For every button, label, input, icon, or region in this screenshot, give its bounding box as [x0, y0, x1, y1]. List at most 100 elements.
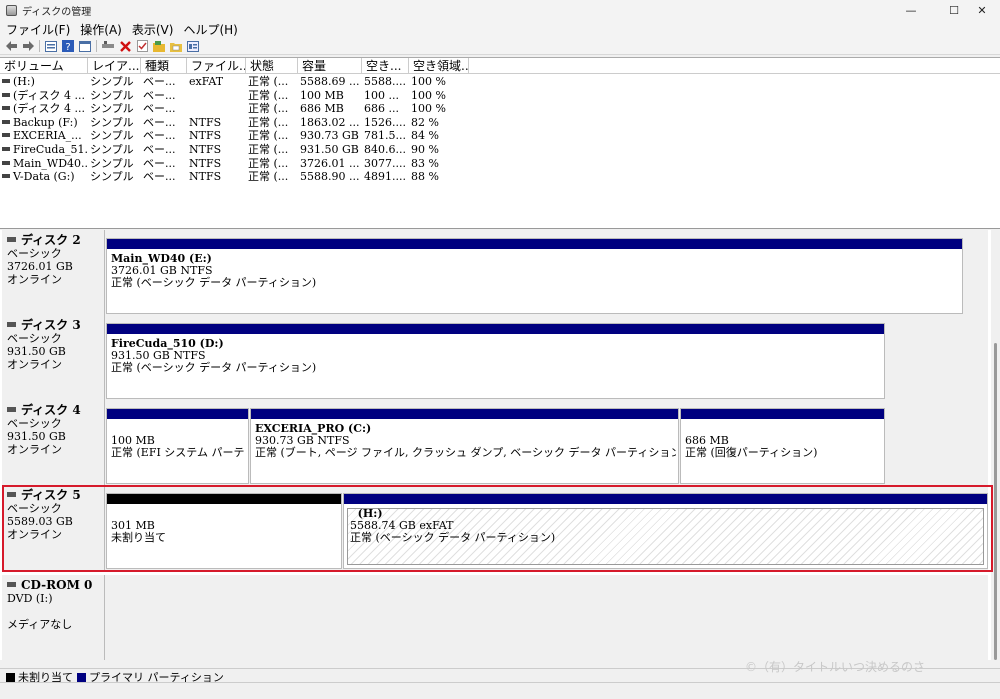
partition-block[interactable]: EXCERIA_PRO (C:) 930.73 GB NTFS 正常 (ブート,… [250, 408, 679, 484]
cell-type: ベー... [143, 75, 176, 88]
check-icon[interactable] [136, 40, 148, 52]
back-arrow-icon[interactable] [5, 40, 17, 52]
forward-arrow-icon[interactable] [22, 40, 34, 52]
primary-partition-bar [107, 324, 884, 334]
properties-icon[interactable] [45, 40, 57, 52]
cell-volume: (ディスク 4 ... [0, 89, 88, 102]
cell-capacity: 5588.90 ... [300, 170, 360, 184]
cell-free-space: 100 ... [364, 88, 399, 102]
disk-status: オンライン [7, 443, 62, 456]
column-header-filesystem[interactable]: ファイル... [187, 58, 246, 74]
disk-status: メディアなし [7, 618, 73, 631]
cell-free-percent: 100 % [411, 88, 446, 102]
menu-help[interactable]: ヘルプ(H) [183, 21, 237, 38]
disk-row[interactable]: ディスク 3 ベーシック 931.50 GB オンライン FireCuda_51… [2, 315, 988, 401]
menu-action[interactable]: 操作(A) [80, 21, 122, 38]
column-header-status[interactable]: 状態 [246, 58, 298, 74]
disk-info[interactable]: ディスク 3 ベーシック 931.50 GB オンライン [2, 315, 105, 401]
volume-icon [2, 79, 10, 83]
partition-block[interactable]: 686 MB 正常 (回復パーティション) [680, 408, 885, 484]
disk-row[interactable]: ディスク 2 ベーシック 3726.01 GB オンライン Main_WD40 … [2, 230, 988, 316]
folder-icon[interactable] [153, 40, 165, 52]
cell-volume: (ディスク 4 ... [0, 102, 88, 115]
open-folder-icon[interactable] [170, 40, 182, 52]
cell-status: 正常 (... [248, 75, 289, 88]
partition-block[interactable]: 100 MB 正常 (EFI システム パーテ [106, 408, 249, 484]
cell-free-space: 840.6... [364, 143, 406, 156]
cell-volume: V-Data (G:) [0, 170, 88, 183]
menu-file[interactable]: ファイル(F) [6, 21, 70, 38]
scrollbar-thumb[interactable] [994, 343, 997, 660]
volume-row[interactable]: V-Data (G:) シンプル ベー... NTFS 正常 (... 5588.90 .… [0, 170, 1000, 183]
cell-layout: シンプル [90, 170, 134, 184]
toolbar-separator [96, 40, 97, 52]
cell-free-percent: 82 % [411, 115, 439, 129]
disk-info[interactable]: ディスク 2 ベーシック 3726.01 GB オンライン [2, 230, 105, 316]
view-icon[interactable] [79, 40, 91, 52]
volume-row[interactable]: (ディスク 4 ... シンプル ベー... 正常 (... 686 MB 686 ...… [0, 102, 1000, 115]
cell-layout: シンプル [90, 129, 134, 143]
volume-icon [2, 106, 10, 111]
cell-free-space: 781.5... [364, 129, 406, 143]
menu-view[interactable]: 表示(V) [132, 21, 174, 38]
volume-row[interactable]: (ディスク 4 ... シンプル ベー... 正常 (... 100 MB 100 ...… [0, 89, 1000, 102]
disk-info[interactable]: CD-ROM 0 DVD (I:) メディアなし [2, 575, 105, 660]
partition-status: 正常 (ベーシック データ パーティション) [111, 361, 317, 374]
connect-icon[interactable] [102, 40, 114, 52]
cell-type: ベー... [143, 115, 176, 129]
volume-icon [2, 133, 10, 138]
volume-row[interactable]: (H:) シンプル ベー... exFAT 正常 (... 5588.69 ... 5588… [0, 75, 1000, 88]
settings-icon[interactable] [187, 40, 199, 52]
column-header-layout[interactable]: レイア... [88, 58, 141, 74]
partition-details: 686 MB 正常 (回復パーティション) [685, 423, 882, 459]
cell-capacity: 931.50 GB [300, 143, 359, 156]
toolbar: ? [0, 38, 1000, 55]
cell-type: ベー... [143, 88, 176, 102]
column-header-free-percent[interactable]: 空き領域... [409, 58, 469, 74]
delete-icon[interactable] [119, 40, 131, 52]
volume-row[interactable]: Backup (F:) シンプル ベー... NTFS 正常 (... 1863.02 .… [0, 116, 1000, 129]
disk-row[interactable]: ディスク 4 ベーシック 931.50 GB オンライン 100 MB 正常 (… [2, 400, 988, 486]
cell-filesystem: NTFS [189, 115, 222, 129]
volume-list[interactable]: ボリューム レイア... 種類 ファイル... 状態 容量 空き... 空き領域… [0, 57, 1000, 229]
volume-icon [2, 147, 10, 151]
cell-layout: シンプル [90, 143, 134, 156]
help-icon[interactable]: ? [62, 40, 74, 52]
cell-free-percent: 83 % [411, 156, 439, 170]
menu-bar: ファイル(F) 操作(A) 表示(V) ヘルプ(H) [0, 20, 1000, 38]
disk-type: ベーシック [7, 417, 62, 430]
partition-details: EXCERIA_PRO (C:) 930.73 GB NTFS 正常 (ブート,… [255, 423, 676, 459]
cell-layout: シンプル [90, 88, 134, 102]
disk-status: オンライン [7, 358, 62, 371]
column-header-free-space[interactable]: 空き... [362, 58, 409, 74]
partition-details: FireCuda_510 (D:) 931.50 GB NTFS 正常 (ベーシ… [111, 338, 882, 374]
column-header-volume[interactable]: ボリューム [0, 58, 88, 74]
cell-filesystem [187, 102, 246, 115]
cell-capacity: 100 MB [300, 88, 344, 102]
column-header-capacity[interactable]: 容量 [298, 58, 362, 74]
disk-row[interactable]: CD-ROM 0 DVD (I:) メディアなし [2, 575, 988, 660]
unallocated-swatch [6, 672, 15, 682]
cell-free-space: 5588.... [364, 75, 406, 88]
toolbar-separator [39, 40, 40, 52]
disk-info[interactable]: ディスク 4 ベーシック 931.50 GB オンライン [2, 400, 105, 486]
column-header-type[interactable]: 種類 [141, 58, 187, 74]
cell-volume: Main_WD40... [0, 157, 88, 170]
partition-status: 正常 (回復パーティション) [685, 446, 818, 459]
close-button[interactable]: ✕ [964, 0, 1000, 20]
primary-partition-bar [681, 409, 884, 419]
disk-name: ディスク 3 [7, 319, 104, 332]
partition-block[interactable]: FireCuda_510 (D:) 931.50 GB NTFS 正常 (ベーシ… [106, 323, 885, 399]
partition-name: FireCuda_510 (D:) [111, 338, 224, 350]
watermark: ©（有）タイトルいつ決めるのさ [745, 660, 926, 674]
minimize-button[interactable]: — [893, 0, 929, 20]
cell-free-percent: 90 % [411, 143, 439, 156]
partition-status: 正常 (EFI システム パーテ [111, 446, 245, 459]
cell-filesystem: NTFS [189, 156, 222, 170]
cell-volume: Backup (F:) [0, 116, 88, 129]
partition-block[interactable]: Main_WD40 (E:) 3726.01 GB NTFS 正常 (ベーシック… [106, 238, 963, 314]
volume-row[interactable]: FireCuda_51... シンプル ベー... NTFS 正常 (... 931.50… [0, 143, 1000, 156]
cell-type: ベー... [143, 102, 176, 116]
volume-row[interactable]: EXCERIA_... シンプル ベー... NTFS 正常 (... 930.73 GB… [0, 129, 1000, 142]
volume-row[interactable]: Main_WD40... シンプル ベー... NTFS 正常 (... 3726.01 … [0, 157, 1000, 170]
